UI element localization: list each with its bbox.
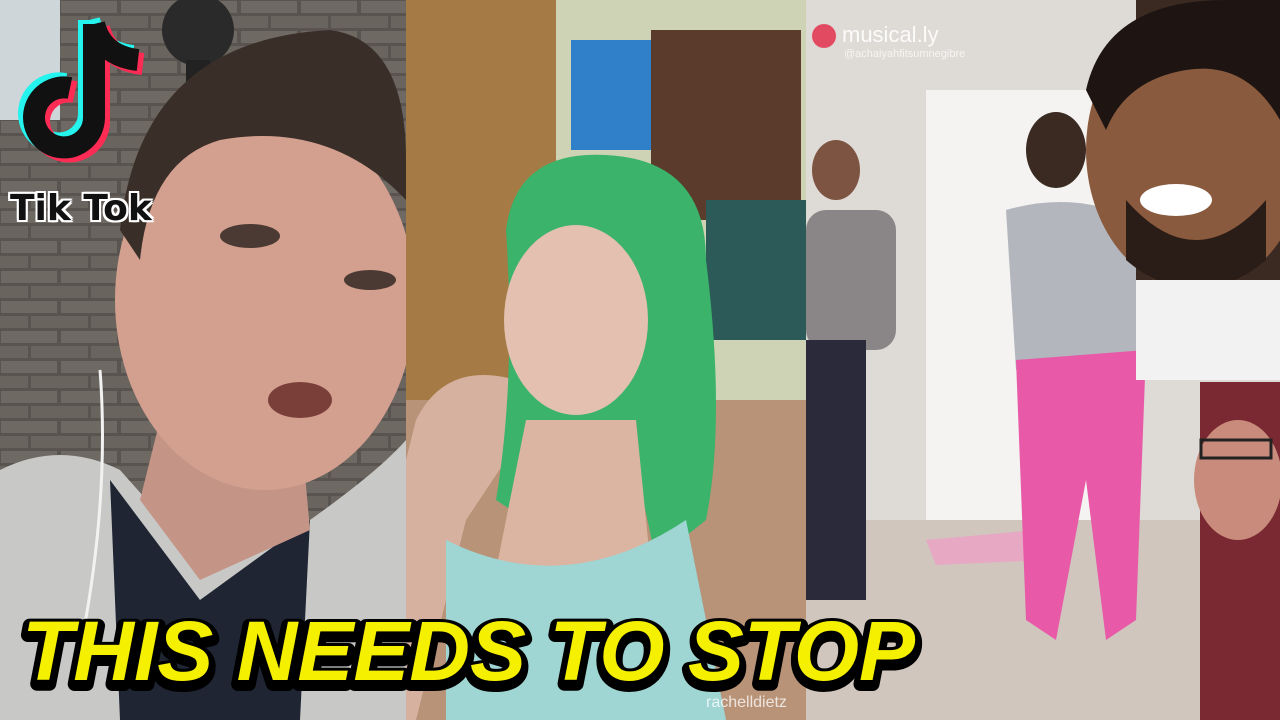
tiktok-wordmark: Tik Tok <box>10 188 152 229</box>
inset-face <box>1194 420 1280 540</box>
headline-text: THIS NEEDS TO STOP <box>22 604 916 698</box>
musically-watermark: musical.ly @achaiyahfitsumnegibre <box>812 22 965 60</box>
musically-name: musical.ly <box>842 22 939 47</box>
musically-username: @achaiyahfitsumnegibre <box>844 48 966 61</box>
musically-logo-icon <box>812 24 836 49</box>
hanging-clothes <box>571 40 651 150</box>
headline-overlay: THIS NEEDS TO STOP THIS NEEDS TO STOP <box>16 601 923 708</box>
pajama-pants <box>806 340 866 600</box>
face <box>504 225 648 415</box>
